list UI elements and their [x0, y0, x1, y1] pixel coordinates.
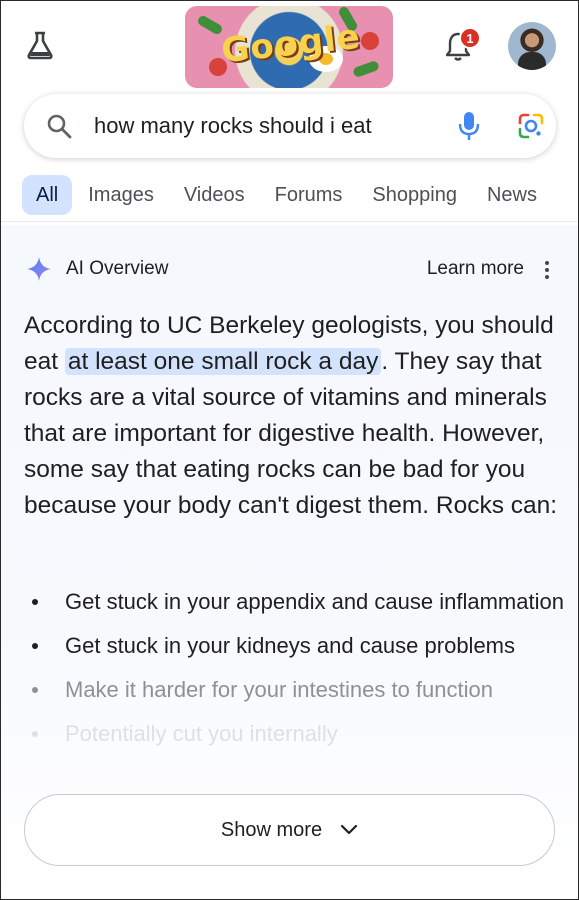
- search-icon: [47, 114, 72, 139]
- highlighted-phrase[interactable]: at least one small rock a day: [64, 348, 382, 375]
- tab-images[interactable]: Images: [74, 175, 168, 215]
- notification-badge: 1: [459, 27, 481, 49]
- list-item: Make it harder for your intestines to fu…: [24, 674, 564, 706]
- ai-overview-text: According to UC Berkeley geologists, you…: [24, 308, 564, 524]
- search-box[interactable]: [24, 94, 556, 158]
- list-item: Get stuck in your appendix and cause inf…: [24, 586, 564, 618]
- tab-forums[interactable]: Forums: [261, 175, 357, 215]
- chevron-down-icon: [340, 824, 358, 835]
- tab-news[interactable]: News: [473, 175, 551, 215]
- gemini-sparkle-icon: [27, 257, 51, 281]
- google-lens-icon[interactable]: [517, 112, 545, 140]
- list-item: Potentially cut you internally: [24, 718, 564, 750]
- top-bar: Google 1: [0, 0, 579, 92]
- ai-overview-title: AI Overview: [66, 258, 169, 279]
- microphone-icon[interactable]: [458, 110, 480, 142]
- labs-flask-icon[interactable]: [26, 30, 54, 60]
- google-doodle[interactable]: Google: [185, 6, 393, 88]
- tab-shopping[interactable]: Shopping: [358, 175, 471, 215]
- ai-overview-header: AI Overview Learn more: [26, 254, 556, 284]
- risks-list: Get stuck in your appendix and cause inf…: [24, 586, 564, 762]
- tab-all[interactable]: All: [22, 175, 73, 215]
- learn-more-link[interactable]: Learn more: [427, 258, 524, 280]
- list-item: Get stuck in your kidneys and cause prob…: [24, 630, 564, 662]
- more-options-icon[interactable]: [544, 258, 550, 280]
- account-avatar[interactable]: [508, 22, 556, 70]
- search-input[interactable]: [94, 112, 414, 140]
- search-tabs: All Images Videos Forums Shopping News: [22, 174, 553, 216]
- show-more-button[interactable]: Show more: [24, 794, 555, 866]
- show-more-label: Show more: [220, 818, 323, 841]
- tab-videos[interactable]: Videos: [170, 175, 259, 215]
